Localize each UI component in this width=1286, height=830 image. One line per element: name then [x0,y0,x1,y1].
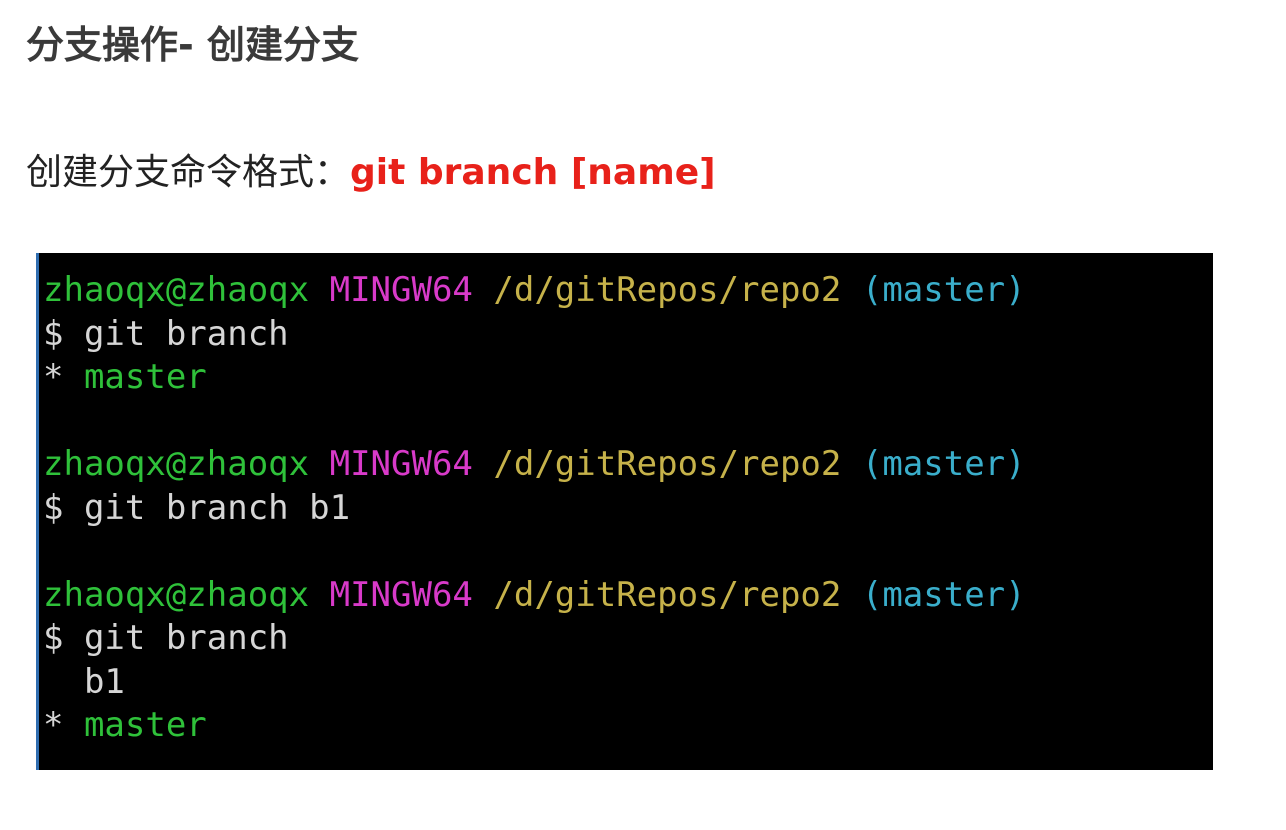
prompt-system: MINGW64 [329,270,473,310]
branch-name-current: master [83,705,207,745]
command-line: $ git branch b1 [43,488,351,528]
prompt-branch: (master) [861,270,1026,310]
prompt-path: /d/gitRepos/repo2 [493,444,842,484]
prompt-path: /d/gitRepos/repo2 [493,575,842,615]
command-format-syntax: git branch [name] [350,152,716,193]
command-line: $ git branch [43,618,289,658]
prompt-line: zhaoqx@zhaoqx MINGW64 /d/gitRepos/repo2 … [43,268,1026,312]
slide: 分支操作- 创建分支 创建分支命令格式：git branch [name] zh… [0,0,1286,830]
command-format-label: 创建分支命令格式： [26,152,351,193]
output-line: * master [43,703,207,747]
branch-marker: * [43,357,84,397]
branch-name: b1 [83,662,125,702]
command-format-line: 创建分支命令格式：git branch [name] [26,146,716,200]
branch-name-current: master [83,357,207,397]
branch-marker: * [43,705,84,745]
prompt-branch: (master) [861,575,1026,615]
prompt-path: /d/gitRepos/repo2 [493,270,842,310]
command-line: $ git branch [43,314,289,354]
prompt-user-host: zhaoqx@zhaoqx [43,575,310,615]
prompt-line: zhaoqx@zhaoqx MINGW64 /d/gitRepos/repo2 … [43,442,1026,486]
prompt-system: MINGW64 [329,444,473,484]
prompt-system: MINGW64 [329,575,473,615]
branch-marker [43,662,84,702]
prompt-line: zhaoqx@zhaoqx MINGW64 /d/gitRepos/repo2 … [43,573,1026,617]
output-line: * master [43,355,207,399]
prompt-branch: (master) [861,444,1026,484]
page-title: 分支操作- 创建分支 [26,23,360,67]
terminal-window: zhaoqx@zhaoqx MINGW64 /d/gitRepos/repo2 … [36,253,1213,770]
output-line: b1 [43,660,125,704]
prompt-user-host: zhaoqx@zhaoqx [43,444,310,484]
prompt-user-host: zhaoqx@zhaoqx [43,270,310,310]
